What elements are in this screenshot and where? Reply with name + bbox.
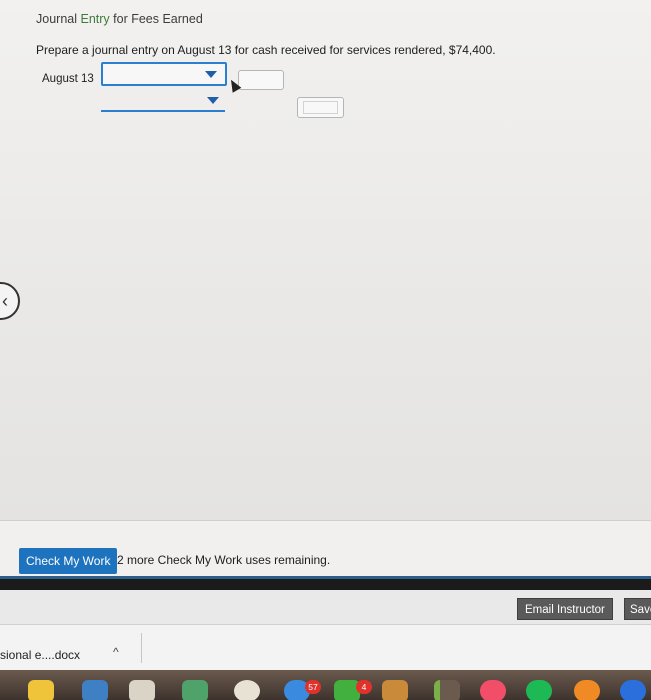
music-app-icon[interactable] xyxy=(480,680,506,700)
credit-account-dropdown[interactable] xyxy=(101,92,225,112)
divider-bar xyxy=(0,576,651,590)
chevron-down-icon xyxy=(205,71,217,78)
dock xyxy=(0,670,651,700)
messages-badge: 57 xyxy=(305,680,321,694)
credit-amount-input[interactable] xyxy=(297,97,344,118)
books-app-icon[interactable] xyxy=(574,680,600,700)
divider-accent-line xyxy=(0,576,651,579)
chevron-up-icon[interactable]: ^ xyxy=(113,645,119,659)
numbers-app-icon[interactable] xyxy=(434,680,460,700)
check-my-work-button[interactable]: Check My Work xyxy=(19,548,118,574)
app-store-icon[interactable] xyxy=(620,680,646,700)
debit-account-dropdown[interactable] xyxy=(101,62,227,86)
chevron-down-icon xyxy=(207,97,219,104)
download-file-name[interactable]: sional e....docx xyxy=(0,648,80,662)
credit-amount-inner-box xyxy=(303,101,338,114)
save-button[interactable]: Save xyxy=(624,598,651,620)
spotify-app-icon[interactable] xyxy=(526,680,552,700)
action-strip: Email Instructor Save xyxy=(0,590,651,624)
keynote-app-icon[interactable] xyxy=(82,680,108,700)
photos-app-icon[interactable] xyxy=(234,680,260,700)
notes-app-icon[interactable] xyxy=(28,680,54,700)
keynote-presentation-icon[interactable] xyxy=(382,680,408,700)
previous-arrow-icon[interactable]: ‹ xyxy=(0,282,20,320)
download-separator xyxy=(141,633,142,663)
download-bar: sional e....docx ^ xyxy=(0,624,651,670)
entry-date-label: August 13 xyxy=(42,73,94,85)
debit-amount-input[interactable] xyxy=(238,70,284,90)
facetime-badge: 4 xyxy=(356,680,372,694)
email-instructor-button[interactable]: Email Instructor xyxy=(517,598,613,620)
maps-app-icon[interactable] xyxy=(182,680,208,700)
reminders-app-icon[interactable] xyxy=(129,680,155,700)
assignment-page: Journal Entry for Fees Earned Prepare a … xyxy=(0,0,651,520)
title-prefix: Journal xyxy=(36,12,81,26)
instructions-text: Prepare a journal entry on August 13 for… xyxy=(36,43,496,57)
title-accent: Entry xyxy=(80,12,110,26)
remaining-uses-text: 2 more Check My Work uses remaining. xyxy=(117,553,331,567)
page-title: Journal Entry for Fees Earned xyxy=(36,12,203,26)
check-my-work-bar: Check My Work 2 more Check My Work uses … xyxy=(0,520,651,576)
title-suffix: for Fees Earned xyxy=(109,12,203,26)
